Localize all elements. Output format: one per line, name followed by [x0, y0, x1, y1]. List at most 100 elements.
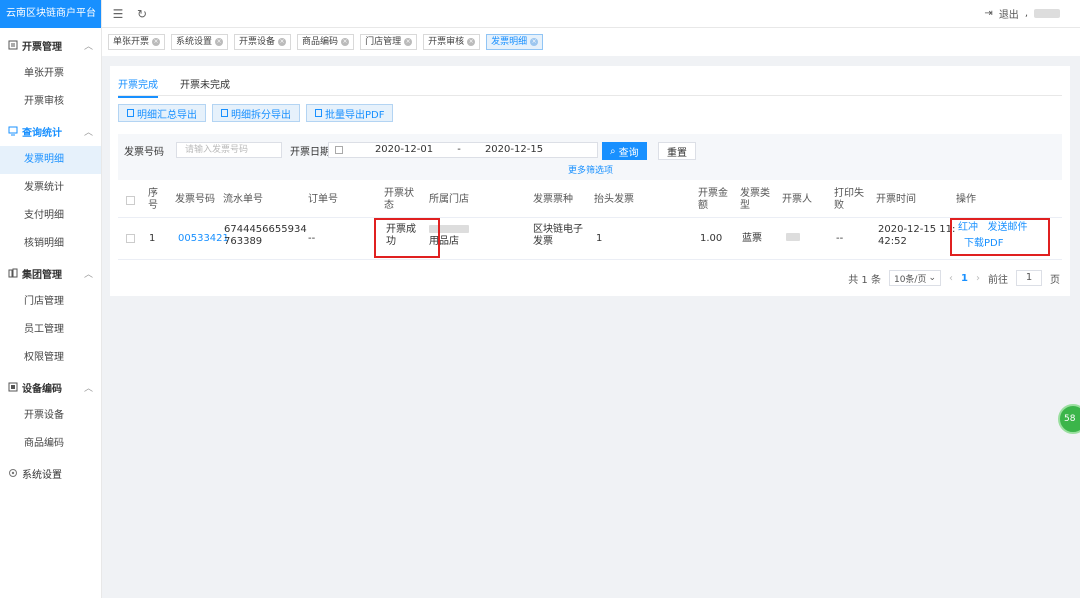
date-label: 开票日期 [290, 147, 330, 158]
top-bar: ☰ ↻ ⇥ 退出 , [102, 0, 1080, 28]
page-size-value: 10条/页 [893, 274, 927, 285]
reset-button[interactable]: 重置 [658, 142, 696, 160]
export-summary-button[interactable]: 明细汇总导出 [118, 104, 206, 122]
col-title: 抬头发票 [594, 194, 634, 205]
table-header: 序号 发票号码 流水单号 订单号 开票状态 所属门店 发票票种 抬头发票 开票金… [118, 184, 1062, 218]
button-label: 批量导出PDF [325, 109, 385, 121]
search-icon: ⌕ [610, 145, 616, 157]
goto-page-input[interactable]: 1 [1016, 270, 1042, 286]
logout-icon[interactable]: ⇥ [984, 8, 992, 19]
sidebar-group-group-mgmt[interactable]: 集团管理 ︿ [0, 258, 101, 288]
sidebar-item-staff-mgmt[interactable]: 员工管理 [0, 316, 101, 344]
tag-product-code[interactable]: 商品编码 × [297, 34, 355, 50]
main-card: 开票完成 开票未完成 明细汇总导出 明细拆分导出 批量导出PDF 发票号码 请输… [110, 66, 1070, 296]
query-button[interactable]: ⌕ 查询 [602, 142, 647, 160]
tag-label: 开票设备 [239, 37, 276, 47]
close-icon[interactable]: × [467, 38, 476, 46]
page-size-select[interactable]: 10条/页 ⌄ [888, 270, 942, 286]
button-label: 查询 [618, 147, 639, 159]
separator: , [1024, 8, 1028, 19]
cell-kind: 区块链电子 发票 [533, 224, 583, 247]
tag-label: 系统设置 [176, 37, 213, 47]
logout-link[interactable]: 退出 [999, 6, 1019, 21]
tag-store-mgmt[interactable]: 门店管理 × [360, 34, 418, 50]
sidebar-item-writeoff-detail[interactable]: 核销明细 [0, 230, 101, 258]
calendar-icon [335, 146, 343, 154]
next-page-icon[interactable]: › [976, 273, 980, 284]
close-icon[interactable]: × [278, 38, 287, 46]
button-label: 明细汇总导出 [137, 109, 197, 121]
total-count: 共 1 条 [848, 274, 881, 286]
filter-panel: 发票号码 请输入发票号码 开票日期 2020-12-01 - 2020-12-1… [118, 134, 1062, 180]
prev-page-icon[interactable]: ‹ [949, 273, 953, 284]
collapse-menu-icon[interactable]: ☰ [110, 7, 126, 21]
table-row: 1 00533421 6744456655934 763389 -- 开票成功 用… [118, 218, 1062, 260]
sidebar-item-single-invoice[interactable]: 单张开票 [0, 60, 101, 88]
sidebar-group-label: 系统设置 [22, 469, 62, 481]
cell-issuer [786, 232, 800, 244]
export-split-button[interactable]: 明细拆分导出 [212, 104, 300, 122]
close-icon[interactable]: × [404, 38, 413, 46]
col-time: 开票时间 [876, 194, 916, 205]
close-icon[interactable]: × [341, 38, 350, 46]
export-pdf-button[interactable]: 批量导出PDF [306, 104, 394, 122]
tag-invoice-device[interactable]: 开票设备 × [234, 34, 292, 50]
cell-title: 1 [596, 233, 603, 244]
current-page[interactable]: 1 [961, 273, 968, 284]
close-icon[interactable]: × [530, 38, 539, 46]
close-icon[interactable]: × [215, 38, 224, 46]
tag-bar: 单张开票 × 系统设置 × 开票设备 × 商品编码 × 门店管理 × 开票审核 × 发票明细… [102, 28, 1080, 56]
tag-invoice-detail[interactable]: 发票明细 × [486, 34, 544, 50]
sidebar-group-label: 查询统计 [22, 127, 62, 139]
device-icon [8, 382, 18, 392]
date-range-picker[interactable]: 2020-12-01 - 2020-12-15 [328, 142, 598, 158]
tag-invoice-review[interactable]: 开票审核 × [423, 34, 481, 50]
sidebar-group-invoice[interactable]: 开票管理 ︿ [0, 30, 101, 60]
export-icon [221, 109, 228, 117]
select-all-checkbox[interactable] [126, 196, 135, 205]
col-invoice-no: 发票号码 [175, 194, 215, 205]
floating-badge[interactable]: 58 [1058, 404, 1080, 434]
close-icon[interactable]: × [152, 38, 161, 46]
gear-icon [8, 468, 18, 478]
app-title: 云南区块链商户平台 [0, 0, 101, 28]
row-checkbox[interactable] [126, 234, 135, 243]
chevron-up-icon: ︿ [83, 269, 93, 280]
invoice-no-input[interactable]: 请输入发票号码 [176, 142, 282, 158]
tab-divider [118, 95, 1062, 96]
group-icon [8, 268, 18, 278]
sidebar-group-device[interactable]: 设备编码 ︿ [0, 372, 101, 402]
cell-type: 蓝票 [742, 233, 762, 244]
sidebar-item-permission-mgmt[interactable]: 权限管理 [0, 344, 101, 372]
sidebar-group-query[interactable]: 查询统计 ︿ [0, 116, 101, 146]
tag-system-settings[interactable]: 系统设置 × [171, 34, 229, 50]
tag-single-invoice[interactable]: 单张开票 × [108, 34, 166, 50]
chevron-down-icon: ⌄ [928, 273, 937, 283]
cell-order-no: -- [308, 233, 316, 244]
sidebar-item-payment-detail[interactable]: 支付明细 [0, 202, 101, 230]
date-separator: - [457, 144, 461, 155]
export-icon [127, 109, 134, 117]
pagination: 共 1 条 10条/页 ⌄ ‹ 1 › 前往 1 页 [848, 270, 1060, 286]
sidebar-group-label: 集团管理 [22, 269, 62, 281]
user-area: ⇥ 退出 , [984, 6, 1060, 21]
tag-label: 开票审核 [428, 37, 465, 47]
sidebar-item-invoice-detail[interactable]: 发票明细 [0, 146, 101, 174]
refresh-icon[interactable]: ↻ [134, 7, 150, 21]
export-icon [315, 109, 322, 117]
avatar[interactable] [1034, 9, 1060, 18]
tag-label: 发票明细 [491, 37, 528, 47]
sidebar-item-invoice-device[interactable]: 开票设备 [0, 402, 101, 430]
sidebar-group-settings[interactable]: 系统设置 [0, 458, 101, 488]
sidebar-item-invoice-review[interactable]: 开票审核 [0, 88, 101, 116]
sidebar-item-store-mgmt[interactable]: 门店管理 [0, 288, 101, 316]
sidebar-item-invoice-stats[interactable]: 发票统计 [0, 174, 101, 202]
sidebar-item-product-code[interactable]: 商品编码 [0, 430, 101, 458]
tag-label: 门店管理 [365, 37, 402, 47]
cell-amount: 1.00 [700, 233, 723, 244]
more-filters-link[interactable]: 更多筛选项 [568, 163, 613, 176]
goto-label: 前往 [988, 274, 1008, 286]
cell-invoice-no[interactable]: 00533421 [178, 233, 229, 245]
date-end: 2020-12-15 [484, 144, 544, 155]
cell-serial-no: 6744456655934 763389 [224, 224, 307, 247]
